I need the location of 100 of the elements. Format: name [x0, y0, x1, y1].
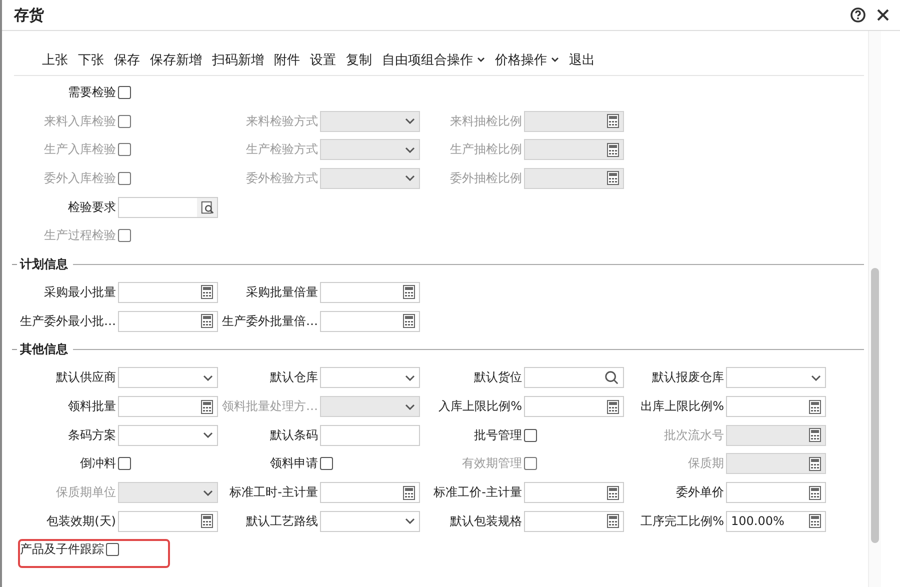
toolbar-button[interactable]: 扫码新增 [208, 51, 268, 69]
field-label: 倒冲料 [79, 455, 117, 472]
number-field[interactable] [524, 482, 624, 504]
field-label: 产品及子件跟踪 [20, 541, 105, 558]
field-label: 工序完工比例% [640, 512, 725, 530]
lookup-icon[interactable] [197, 198, 217, 217]
field-label: 需要检验 [67, 84, 117, 101]
field-label: 保质期 [687, 455, 725, 472]
search-field[interactable] [524, 367, 624, 388]
field-label: 默认包装规格 [449, 512, 523, 530]
field-label: 领料申请 [269, 455, 319, 472]
chevron-icon [203, 490, 213, 496]
toolbar-button[interactable]: 附件 [270, 51, 304, 69]
field-label: 包装效期(天) [46, 512, 117, 530]
field-label: 采购最小批量 [43, 284, 117, 301]
select-field[interactable] [320, 367, 420, 388]
caret-icon [551, 57, 559, 63]
toolbar-button[interactable]: 保存 [110, 51, 144, 69]
select-field[interactable] [320, 396, 420, 418]
text-field[interactable] [320, 424, 420, 446]
chevron-icon [405, 518, 415, 524]
select-field[interactable] [118, 424, 218, 446]
checkbox[interactable] [118, 86, 131, 99]
field-label: 有效期管理 [461, 455, 523, 472]
chevron-icon [203, 374, 213, 381]
lookup-field[interactable] [118, 196, 218, 218]
toolbar-button[interactable]: 退出 [565, 51, 599, 69]
calculator-icon [201, 400, 213, 414]
number-field[interactable] [726, 482, 826, 504]
number-field[interactable] [118, 282, 218, 303]
calculator-icon [809, 456, 821, 471]
select-field[interactable] [320, 110, 420, 132]
number-field[interactable] [524, 110, 624, 132]
field-label: 保质期单位 [55, 484, 117, 502]
field-label: 生产委外最小批… [19, 312, 117, 330]
checkbox[interactable] [106, 543, 119, 556]
number-field[interactable] [320, 282, 420, 303]
toolbar-button[interactable]: 保存新增 [146, 51, 206, 69]
toolbar-button[interactable]: 下张 [74, 51, 108, 69]
select-field[interactable] [320, 168, 420, 189]
field-label: 生产检验方式 [245, 141, 319, 158]
field-label: 检验要求 [67, 198, 117, 216]
field-label: 默认条码 [269, 426, 319, 444]
calculator-icon [607, 486, 619, 500]
number-field[interactable] [118, 310, 218, 332]
number-field[interactable] [726, 396, 826, 418]
number-field[interactable] [118, 510, 218, 532]
select-field[interactable] [118, 482, 218, 504]
help-icon[interactable] [850, 7, 866, 23]
search-icon [604, 370, 619, 386]
field-label: 默认工艺路线 [245, 512, 319, 530]
scrollbar[interactable] [868, 31, 881, 587]
toolbar-button[interactable]: 上张 [38, 51, 72, 69]
section-title: 计划信息 [20, 256, 68, 273]
field-label: 采购批量倍量 [245, 284, 319, 301]
select-field[interactable] [726, 367, 826, 388]
calculator-icon [201, 285, 213, 300]
select-field[interactable] [118, 367, 218, 388]
field-label: 出库上限比例% [640, 398, 725, 416]
field-label: 生产过程检验 [43, 227, 117, 244]
field-label: 委外抽检比例 [449, 170, 523, 187]
calculator-icon [607, 514, 619, 528]
number-field[interactable] [524, 510, 624, 532]
chevron-icon [811, 374, 821, 381]
number-field[interactable] [118, 396, 218, 418]
field-label: 生产入库检验 [43, 141, 117, 158]
field-label: 委外检验方式 [245, 170, 319, 187]
field-label: 生产抽检比例 [449, 141, 523, 158]
field-label: 默认报废仓库 [651, 369, 725, 386]
checkbox[interactable] [118, 457, 131, 470]
number-field[interactable] [726, 424, 826, 446]
close-icon[interactable] [876, 8, 890, 22]
calculator-icon [201, 514, 213, 528]
field-label: 入库上限比例% [438, 398, 523, 416]
menu-button[interactable]: 价格操作 [491, 51, 563, 69]
chevron-icon [203, 432, 213, 438]
number-field[interactable] [320, 482, 420, 504]
menu-button[interactable]: 自由项组合操作 [378, 51, 489, 69]
number-field[interactable] [524, 396, 624, 418]
field-label: 来料检验方式 [245, 112, 319, 130]
chevron-icon [405, 175, 415, 182]
calculator-icon [809, 428, 821, 442]
toolbar-button[interactable]: 复制 [342, 51, 376, 69]
field-label: 来料抽检比例 [449, 112, 523, 130]
number-field[interactable]: 100.00% [726, 510, 826, 532]
field-label: 领料批量 [67, 398, 117, 416]
number-field[interactable] [726, 453, 826, 474]
field-label: 默认货位 [473, 369, 523, 386]
calculator-icon [607, 114, 619, 128]
number-field[interactable] [524, 168, 624, 189]
checkbox[interactable] [524, 428, 537, 442]
select-field[interactable] [320, 510, 420, 532]
checkbox[interactable] [320, 457, 333, 470]
number-field[interactable] [320, 310, 420, 332]
select-field[interactable] [320, 139, 420, 160]
field-label: 默认供应商 [55, 369, 117, 386]
number-field[interactable] [524, 139, 624, 160]
toolbar-button[interactable]: 设置 [306, 51, 340, 69]
field-label: 标准工价-主计量 [432, 484, 523, 502]
calculator-icon [809, 400, 821, 414]
